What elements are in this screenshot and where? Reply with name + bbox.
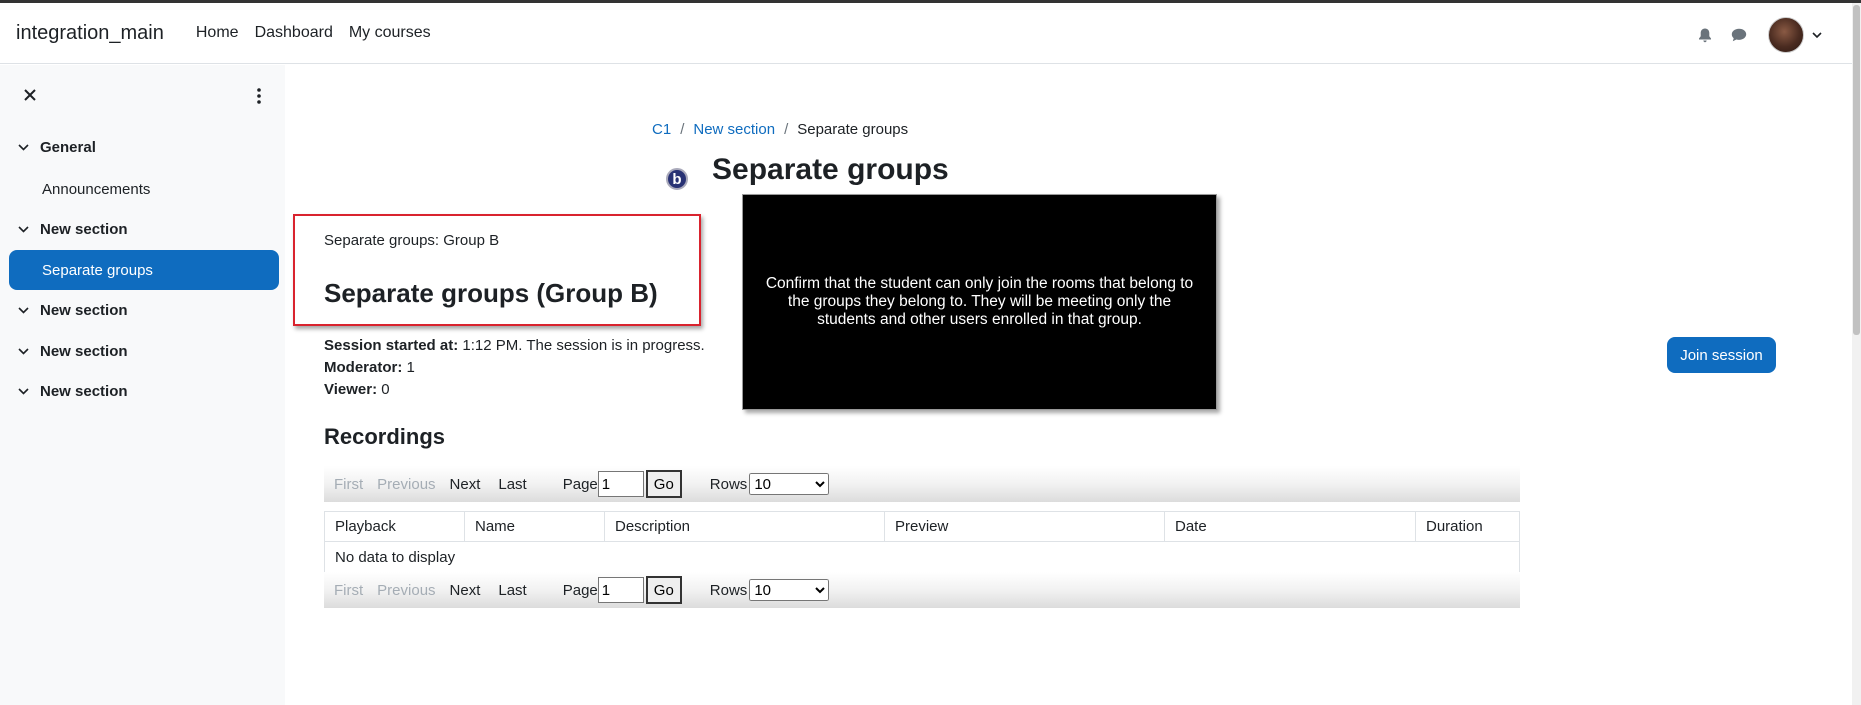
section-new-section-4[interactable]: New section bbox=[16, 383, 128, 400]
pager-go-button[interactable]: Go bbox=[645, 576, 682, 604]
pager-rows-label: Rows bbox=[709, 581, 748, 599]
user-avatar[interactable] bbox=[1768, 17, 1804, 53]
chat-bubble-icon[interactable] bbox=[1722, 18, 1756, 52]
viewer-count: 0 bbox=[381, 381, 390, 398]
activity-announcements[interactable]: Announcements bbox=[42, 181, 150, 198]
rows-per-page-select[interactable]: 10 bbox=[749, 473, 830, 495]
recordings-title: Recordings bbox=[324, 424, 446, 449]
bigbluebutton-icon: b bbox=[666, 168, 688, 190]
chevron-down-icon[interactable] bbox=[16, 141, 30, 155]
pager-rows: Rows 10 bbox=[710, 473, 830, 495]
viewer-row: Viewer: 0 bbox=[324, 379, 705, 401]
nav-dashboard-link[interactable]: Dashboard bbox=[255, 24, 333, 42]
chevron-down-icon[interactable] bbox=[16, 345, 30, 359]
nav-my-courses-link[interactable]: My courses bbox=[349, 24, 431, 42]
page-number-input[interactable] bbox=[597, 577, 644, 603]
group-selector-text: Separate groups: Group B bbox=[324, 232, 500, 249]
rows-per-page-select[interactable]: 10 bbox=[749, 579, 830, 601]
pager-page: Page Go bbox=[563, 470, 682, 498]
moderator-label: Moderator: bbox=[324, 359, 403, 376]
page-scrollbar[interactable] bbox=[1852, 3, 1861, 705]
section-new-section-3[interactable]: New section bbox=[16, 343, 128, 360]
column-header-duration[interactable]: Duration bbox=[1416, 512, 1519, 541]
table-header: Playback Name Description Preview Date D… bbox=[325, 512, 1519, 542]
pager-next[interactable]: Next bbox=[450, 582, 481, 599]
breadcrumb-section-link[interactable]: New section bbox=[693, 121, 775, 138]
section-general[interactable]: General bbox=[16, 139, 96, 156]
pager-rows-label: Rows bbox=[709, 475, 748, 493]
moderator-count: 1 bbox=[406, 359, 415, 376]
breadcrumb-separator: / bbox=[784, 121, 789, 138]
page-number-input[interactable] bbox=[597, 471, 644, 497]
column-header-playback[interactable]: Playback bbox=[325, 512, 465, 541]
moderator-row: Moderator: 1 bbox=[324, 357, 705, 379]
section-new-section-1[interactable]: New section bbox=[16, 221, 128, 238]
chevron-down-icon[interactable] bbox=[1812, 26, 1822, 44]
pager-last[interactable]: Last bbox=[498, 582, 526, 599]
course-index-drawer: General Announcements New section Separa… bbox=[0, 65, 285, 705]
session-started-row: Session started at: 1:12 PM. The session… bbox=[324, 335, 705, 357]
section-label: General bbox=[40, 139, 96, 156]
chevron-down-icon[interactable] bbox=[16, 223, 30, 237]
recordings-pager-top: First Previous Next Last Page Go Rows 10 bbox=[324, 466, 1520, 502]
pager-next[interactable]: Next bbox=[450, 476, 481, 493]
page-title: Separate groups bbox=[712, 153, 949, 186]
chevron-down-icon[interactable] bbox=[16, 385, 30, 399]
pager-rows: Rows 10 bbox=[710, 579, 830, 601]
pager-previous: Previous bbox=[377, 475, 436, 493]
more-options-icon[interactable] bbox=[250, 85, 268, 107]
user-navigation bbox=[1688, 17, 1822, 53]
close-icon[interactable] bbox=[20, 85, 40, 105]
pager-first: First bbox=[334, 581, 364, 599]
session-started-label: Session started at: bbox=[324, 337, 459, 354]
scrollbar-thumb[interactable] bbox=[1853, 5, 1860, 335]
column-header-preview[interactable]: Preview bbox=[885, 512, 1165, 541]
viewer-label: Viewer: bbox=[324, 381, 378, 398]
breadcrumb-separator: / bbox=[680, 121, 685, 138]
pager-go-button[interactable]: Go bbox=[645, 470, 682, 498]
recordings-pager-bottom: First Previous Next Last Page Go Rows 10 bbox=[324, 572, 1520, 608]
primary-navigation: Home Dashboard My courses bbox=[196, 24, 447, 42]
breadcrumb-current: Separate groups bbox=[797, 121, 909, 138]
breadcrumb: C1 / New section / Separate groups bbox=[652, 121, 908, 138]
pager-page: Page Go bbox=[563, 576, 682, 604]
section-label: New section bbox=[40, 343, 128, 360]
pager-page-label: Page bbox=[562, 581, 598, 599]
column-header-name[interactable]: Name bbox=[465, 512, 605, 541]
chevron-down-icon[interactable] bbox=[16, 304, 30, 318]
group-highlight-box bbox=[293, 214, 701, 326]
session-started-value: 1:12 PM. The session is in progress. bbox=[462, 337, 705, 354]
bell-icon[interactable] bbox=[1688, 18, 1722, 52]
recordings-table: Playback Name Description Preview Date D… bbox=[324, 511, 1520, 574]
activity-separate-groups[interactable]: Separate groups bbox=[9, 250, 279, 290]
session-info: Session started at: 1:12 PM. The session… bbox=[324, 335, 705, 401]
column-header-date[interactable]: Date bbox=[1165, 512, 1416, 541]
join-session-button[interactable]: Join session bbox=[1667, 337, 1776, 373]
section-new-section-2[interactable]: New section bbox=[16, 302, 128, 319]
pager-page-label: Page bbox=[562, 475, 598, 493]
nav-home-link[interactable]: Home bbox=[196, 24, 239, 42]
table-empty-row: No data to display bbox=[335, 549, 456, 566]
note-text: Confirm that the student can only join t… bbox=[765, 275, 1194, 328]
pager-last[interactable]: Last bbox=[498, 476, 526, 493]
pager-previous: Previous bbox=[377, 581, 436, 599]
test-instruction-note: Confirm that the student can only join t… bbox=[742, 194, 1217, 410]
column-header-description[interactable]: Description bbox=[605, 512, 885, 541]
group-room-title: Separate groups (Group B) bbox=[324, 278, 658, 308]
top-navbar: integration_main Home Dashboard My cours… bbox=[0, 3, 1852, 64]
section-label: New section bbox=[40, 302, 128, 319]
section-label: New section bbox=[40, 383, 128, 400]
section-label: New section bbox=[40, 221, 128, 238]
site-name[interactable]: integration_main bbox=[16, 22, 164, 45]
breadcrumb-course-link[interactable]: C1 bbox=[652, 121, 671, 138]
pager-first: First bbox=[334, 475, 364, 493]
